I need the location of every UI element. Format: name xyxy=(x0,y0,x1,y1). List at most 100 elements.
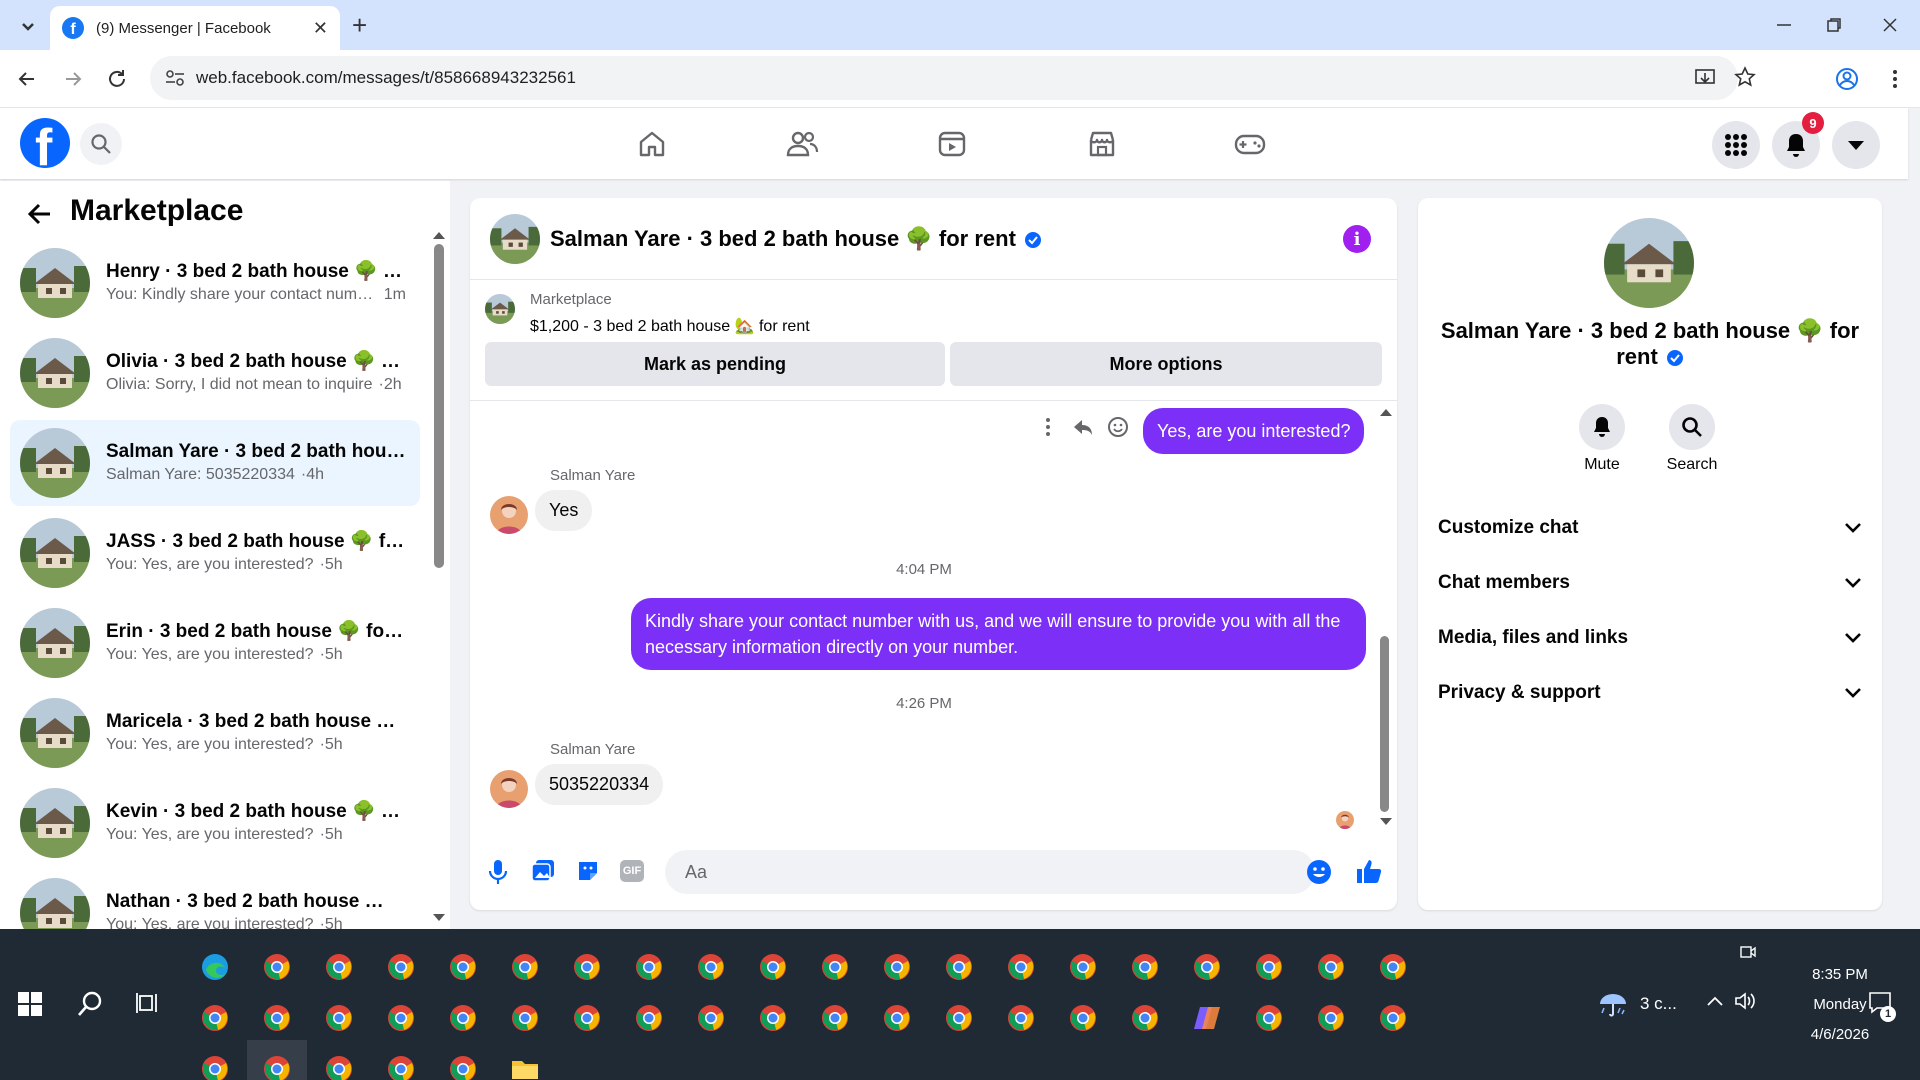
chrome-browser-icon[interactable] xyxy=(1254,952,1284,982)
chat-scrollbar[interactable] xyxy=(1380,636,1389,812)
gif-icon[interactable]: GIF xyxy=(620,860,644,882)
profile-icon[interactable] xyxy=(1834,66,1860,92)
conversation-item[interactable]: Kevin · 3 bed 2 bath house 🌳 for rent You… xyxy=(10,780,420,866)
details-section-toggle[interactable]: Customize chat xyxy=(1438,508,1862,548)
chrome-browser-icon[interactable] xyxy=(448,952,478,982)
conversation-item[interactable]: Erin · 3 bed 2 bath house 🌳 for rent You:… xyxy=(10,600,420,686)
back-icon[interactable] xyxy=(14,66,40,92)
details-section-toggle[interactable]: Media, files and links xyxy=(1438,618,1862,658)
windows-start-icon[interactable] xyxy=(18,992,42,1016)
search-conversation-button[interactable] xyxy=(1669,404,1715,450)
chrome-browser-icon[interactable] xyxy=(1378,952,1408,982)
browser-tab[interactable]: f (9) Messenger | Facebook ✕ xyxy=(50,6,340,50)
video-nav-icon[interactable] xyxy=(928,124,976,164)
outgoing-message[interactable]: Yes, are you interested? xyxy=(1143,408,1365,454)
chrome-browser-icon[interactable] xyxy=(696,952,726,982)
chrome-browser-icon[interactable] xyxy=(510,952,540,982)
microphone-icon[interactable] xyxy=(486,858,510,886)
info-icon[interactable]: i xyxy=(1343,225,1371,253)
conversation-list-scrollbar[interactable] xyxy=(434,244,444,568)
url-input[interactable]: web.facebook.com/messages/t/858668943232… xyxy=(150,56,1756,100)
chrome-browser-icon[interactable] xyxy=(1316,1003,1346,1033)
mute-button[interactable] xyxy=(1579,404,1625,450)
back-arrow-icon[interactable] xyxy=(26,200,54,228)
chrome-browser-icon[interactable] xyxy=(1192,952,1222,982)
volume-icon[interactable] xyxy=(1734,991,1756,1011)
chrome-browser-icon[interactable] xyxy=(882,952,912,982)
chrome-browser-icon[interactable] xyxy=(758,952,788,982)
like-thumb-icon[interactable] xyxy=(1355,857,1383,885)
emoji-icon[interactable] xyxy=(1306,859,1332,885)
chrome-browser-icon[interactable] xyxy=(696,1003,726,1033)
outgoing-message[interactable]: Kindly share your contact number with us… xyxy=(631,598,1366,670)
message-input[interactable]: Aa xyxy=(665,850,1315,894)
details-avatar[interactable] xyxy=(1604,218,1694,308)
chrome-browser-icon[interactable] xyxy=(262,1054,292,1080)
chrome-browser-icon[interactable] xyxy=(572,1003,602,1033)
chat-scroll-down-icon[interactable] xyxy=(1380,818,1392,825)
chrome-browser-icon[interactable] xyxy=(882,1003,912,1033)
chrome-browser-icon[interactable] xyxy=(324,952,354,982)
clock-date[interactable]: 4/6/2026 xyxy=(1780,1026,1900,1043)
chrome-browser-icon[interactable] xyxy=(1378,1003,1408,1033)
close-window-icon[interactable] xyxy=(1870,10,1910,40)
chrome-browser-icon[interactable] xyxy=(510,1003,540,1033)
scroll-down-arrow-icon[interactable] xyxy=(433,914,445,921)
weather-icon[interactable] xyxy=(1598,990,1628,1018)
more-options-button[interactable]: More options xyxy=(950,342,1382,386)
weather-text[interactable]: 3 c... xyxy=(1640,994,1677,1014)
show-hidden-icons-icon[interactable] xyxy=(1706,994,1724,1008)
close-tab-icon[interactable]: ✕ xyxy=(313,18,328,39)
bookmark-star-icon[interactable] xyxy=(1734,66,1756,88)
browser-menu-icon[interactable] xyxy=(1882,66,1908,92)
install-app-icon[interactable] xyxy=(1694,67,1716,89)
chrome-browser-icon[interactable] xyxy=(820,1003,850,1033)
edge-browser-icon[interactable] xyxy=(200,952,230,982)
incoming-message[interactable]: 5035220334 xyxy=(535,764,664,805)
facebook-logo-icon[interactable]: f xyxy=(20,118,70,168)
tab-search-icon[interactable] xyxy=(14,12,42,40)
forward-icon[interactable] xyxy=(60,66,86,92)
conversation-item[interactable]: Olivia · 3 bed 2 bath house 🌳 for rent Ol… xyxy=(10,330,420,416)
taskbar-search-icon[interactable] xyxy=(76,990,104,1018)
chrome-browser-icon[interactable] xyxy=(262,1003,292,1033)
conversation-item[interactable]: Maricela · 3 bed 2 bath house 🌳 for rent… xyxy=(10,690,420,776)
facebook-search-button[interactable] xyxy=(80,123,122,165)
site-info-icon[interactable] xyxy=(164,67,186,89)
task-view-icon[interactable] xyxy=(136,990,162,1016)
listing-price[interactable]: $1,200 - 3 bed 2 bath house 🏡 for rent xyxy=(530,316,810,336)
home-nav-icon[interactable] xyxy=(628,124,676,164)
meet-now-icon[interactable] xyxy=(1740,944,1756,960)
chrome-browser-icon[interactable] xyxy=(324,1003,354,1033)
conversation-item[interactable]: JASS · 3 bed 2 bath house 🌳 for rent You:… xyxy=(10,510,420,596)
chrome-browser-icon[interactable] xyxy=(944,1003,974,1033)
reload-icon[interactable] xyxy=(104,66,130,92)
details-section-toggle[interactable]: Chat members xyxy=(1438,563,1862,603)
chrome-browser-icon[interactable] xyxy=(944,952,974,982)
chrome-browser-icon[interactable] xyxy=(572,952,602,982)
chrome-browser-icon[interactable] xyxy=(1316,952,1346,982)
account-menu-button[interactable] xyxy=(1832,121,1880,169)
conversation-item[interactable]: Salman Yare · 3 bed 2 bath house 🌳 for r… xyxy=(10,420,420,506)
sticker-icon[interactable] xyxy=(575,858,601,884)
conversation-item[interactable]: Henry · 3 bed 2 bath house 🌳 for rent You… xyxy=(10,240,420,326)
chrome-browser-icon[interactable] xyxy=(448,1003,478,1033)
chat-title[interactable]: Salman Yare · 3 bed 2 bath house 🌳 for r… xyxy=(550,226,1042,252)
incoming-message[interactable]: Yes xyxy=(535,490,593,531)
chrome-browser-icon[interactable] xyxy=(386,1054,416,1080)
chrome-browser-icon[interactable] xyxy=(634,952,664,982)
file-explorer-icon[interactable] xyxy=(510,1054,540,1080)
chrome-browser-icon[interactable] xyxy=(386,1003,416,1033)
chrome-browser-icon[interactable] xyxy=(324,1054,354,1080)
scroll-up-arrow-icon[interactable] xyxy=(433,232,445,239)
copilot-icon[interactable] xyxy=(1192,1003,1222,1033)
minimize-icon[interactable] xyxy=(1764,10,1804,40)
chat-avatar[interactable] xyxy=(490,214,540,264)
react-emoji-icon[interactable] xyxy=(1107,416,1129,438)
chrome-browser-icon[interactable] xyxy=(200,1003,230,1033)
chrome-browser-icon[interactable] xyxy=(820,952,850,982)
chrome-browser-icon[interactable] xyxy=(200,1054,230,1080)
details-section-toggle[interactable]: Privacy & support xyxy=(1438,673,1862,713)
new-tab-icon[interactable]: + xyxy=(352,10,367,40)
marketplace-nav-icon[interactable] xyxy=(1078,124,1126,164)
